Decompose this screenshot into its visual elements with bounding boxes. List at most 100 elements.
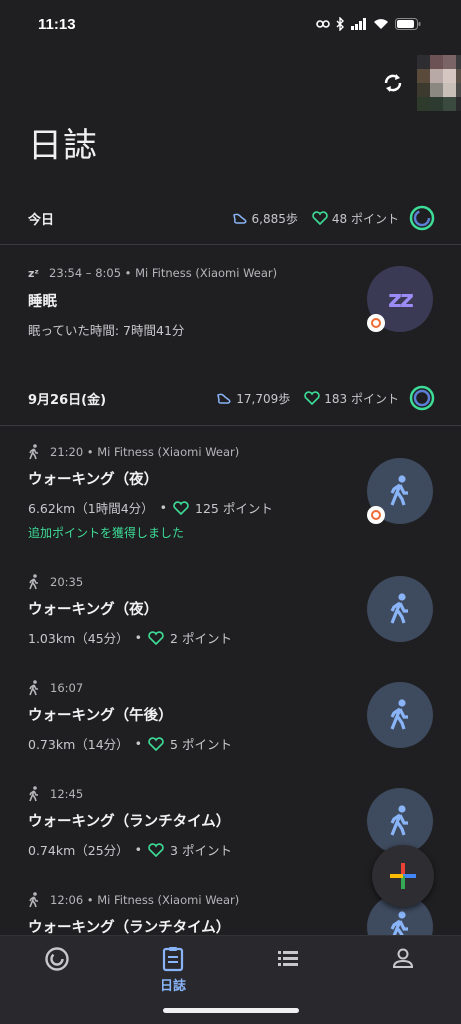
entry-meta: 16:07 [28,680,83,696]
day-points-value: 48 ポイント [331,211,399,226]
entry-points: 2 ポイント [170,631,232,646]
heart-points-icon [173,500,189,515]
sync-icon [384,74,402,92]
separator-dot: • [159,500,168,515]
activity-icon-circle [367,682,433,748]
entry-distance: 1.03km（45分） [28,631,129,646]
walk-icon [390,699,408,730]
source-badge [367,506,385,524]
walk-icon [29,444,38,460]
heart-points-icon [304,391,320,405]
nav-profile[interactable] [363,946,443,996]
list-item[interactable]: 21:20 • Mi Fitness (Xiaomi Wear) ウォーキング（… [0,444,461,554]
day-header: 今日 6,885歩 48 ポイント [0,196,461,240]
entry-title: ウォーキング（夜） [28,472,159,488]
ring-icon[interactable] [409,205,435,231]
list-item[interactable]: zᶻ 23:54 – 8:05 • Mi Fitness (Xiaomi Wea… [0,266,461,366]
activity-icon-circle [367,576,433,642]
day-header: 9月26日(金) 17,709歩 183 ポイント [0,376,461,420]
zzz-icon: zᶻ [28,266,39,280]
entry-detail: 6.62km（1時間4分） • 125 ポイント [28,498,273,517]
day-stats: 6,885歩 48 ポイント [232,205,435,231]
entry-title: ウォーキング（夜） [28,602,159,618]
entry-points: 3 ポイント [170,843,232,858]
zzz-icon: zz [388,285,414,313]
entry-title: ウォーキング（午後） [28,708,173,724]
day-stats: 17,709歩 183 ポイント [216,385,435,411]
list-icon [278,951,298,966]
entry-title: 睡眠 [28,294,57,310]
list-item[interactable]: 20:35 ウォーキング（夜） 1.03km（45分） • 2 ポイント [0,574,461,664]
day-points: 183 ポイント [304,390,399,407]
entry-meta: 21:20 • Mi Fitness (Xiaomi Wear) [28,444,239,460]
entry-detail: 眠っていた時間: 7時間41分 [28,323,185,338]
entry-distance: 6.62km（1時間4分） [28,501,154,516]
walk-icon [390,805,408,836]
ring-icon[interactable] [409,385,435,411]
status-bar: 11:13 [0,0,461,52]
steps-icon [232,213,247,224]
top-actions [341,55,461,111]
nav-home[interactable] [17,946,97,996]
entry-distance: 0.73km（14分） [28,737,129,752]
walk-icon [29,892,38,908]
entry-points: 5 ポイント [170,737,232,752]
nav-journal-label: 日誌 [159,979,186,994]
walk-icon [29,786,38,802]
avatar[interactable] [417,55,461,111]
walk-icon [390,593,408,624]
day-steps: 6,885歩 [232,210,298,227]
entry-meta: 12:06 • Mi Fitness (Xiaomi Wear) [28,892,239,908]
profile-icon [392,948,414,968]
day-steps-value: 6,885歩 [251,211,298,226]
entry-meta: 20:35 [28,574,83,590]
page-title: 日誌 [28,126,98,166]
divider [0,244,461,245]
entry-distance: 0.74km（25分） [28,843,129,858]
day-points-value: 183 ポイント [324,391,399,406]
entry-meta: 12:45 [28,786,83,802]
add-icon [390,863,416,889]
nav-browse[interactable] [248,946,328,996]
entry-meta-text: 12:45 [50,787,84,801]
divider [0,425,461,426]
entry-detail: 1.03km（45分） • 2 ポイント [28,628,232,647]
nav-journal[interactable]: 日誌 [133,946,213,996]
ring-icon [45,947,69,971]
separator-dot: • [134,736,143,751]
day-steps: 17,709歩 [216,390,290,407]
entry-title: ウォーキング（ランチタイム） [28,814,231,830]
link-icon [316,20,330,28]
separator-dot: • [134,630,143,645]
list-item[interactable]: 16:07 ウォーキング（午後） 0.73km（14分） • 5 ポイント [0,680,461,770]
walk-icon [390,475,408,506]
status-icons [316,17,421,31]
status-time: 11:13 [38,16,76,33]
separator-dot: • [134,842,143,857]
heart-points-icon [148,736,164,751]
entry-title: ウォーキング（ランチタイム） [28,920,231,936]
heart-points-icon [148,630,164,645]
walk-icon [29,680,38,696]
entry-meta: zᶻ 23:54 – 8:05 • Mi Fitness (Xiaomi Wea… [28,266,277,280]
battery-icon [395,18,421,30]
heart-points-icon [148,842,164,857]
entry-meta-text: 21:20 • Mi Fitness (Xiaomi Wear) [50,445,240,459]
sync-button[interactable] [379,69,407,97]
day-points: 48 ポイント [312,210,399,227]
home-indicator [163,1008,299,1013]
entry-meta-text: 12:06 • Mi Fitness (Xiaomi Wear) [50,893,240,907]
entry-detail: 0.73km（14分） • 5 ポイント [28,734,232,753]
entry-points: 125 ポイント [195,501,273,516]
entry-meta-text: 23:54 – 8:05 • Mi Fitness (Xiaomi Wear) [49,266,278,280]
walk-icon [29,574,38,590]
journal-icon [162,947,184,972]
bonus-points-note: 追加ポイントを獲得しました [28,526,185,540]
source-badge [367,314,385,332]
day-label: 今日 [28,212,55,228]
entry-meta-text: 20:35 [50,575,84,589]
bluetooth-icon [336,17,344,31]
day-label: 9月26日(金) [28,392,107,408]
add-button[interactable] [372,845,434,907]
day-steps-value: 17,709歩 [236,391,291,406]
